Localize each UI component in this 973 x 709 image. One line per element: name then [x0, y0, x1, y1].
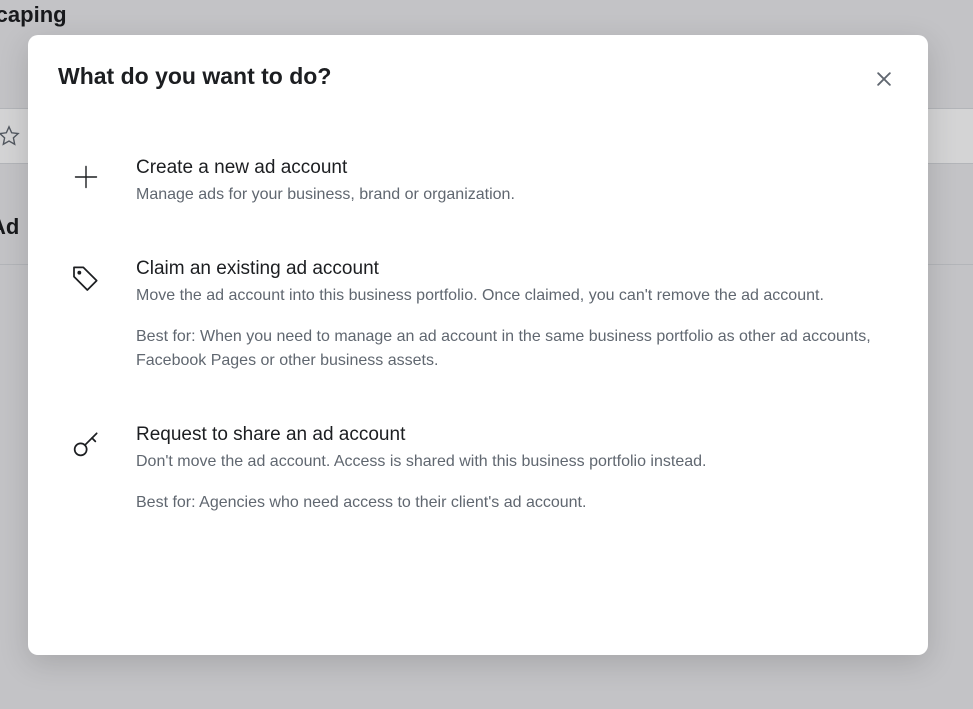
tag-icon [68, 260, 104, 296]
option-title: Create a new ad account [136, 157, 888, 179]
option-best-for: Best for: Agencies who need access to th… [136, 491, 888, 514]
plus-icon [68, 159, 104, 195]
modal-dialog: What do you want to do? Create a new ad … [28, 35, 928, 655]
option-best-for: Best for: When you need to manage an ad … [136, 325, 888, 371]
option-title: Request to share an ad account [136, 424, 888, 446]
option-title: Claim an existing ad account [136, 258, 888, 280]
option-body: Claim an existing ad account Move the ad… [136, 258, 888, 372]
option-claim-ad-account[interactable]: Claim an existing ad account Move the ad… [28, 232, 928, 398]
option-body: Request to share an ad account Don't mov… [136, 424, 888, 514]
option-create-ad-account[interactable]: Create a new ad account Manage ads for y… [28, 131, 928, 232]
key-icon [68, 426, 104, 462]
option-request-share-ad-account[interactable]: Request to share an ad account Don't mov… [28, 398, 928, 540]
options-list: Create a new ad account Manage ads for y… [28, 101, 928, 560]
option-body: Create a new ad account Manage ads for y… [136, 157, 888, 206]
close-icon [874, 69, 894, 89]
modal-title: What do you want to do? [58, 63, 331, 90]
option-description: Don't move the ad account. Access is sha… [136, 450, 888, 473]
close-button[interactable] [870, 65, 898, 93]
modal-header: What do you want to do? [28, 35, 928, 101]
option-description: Manage ads for your business, brand or o… [136, 183, 888, 206]
option-description: Move the ad account into this business p… [136, 284, 888, 307]
